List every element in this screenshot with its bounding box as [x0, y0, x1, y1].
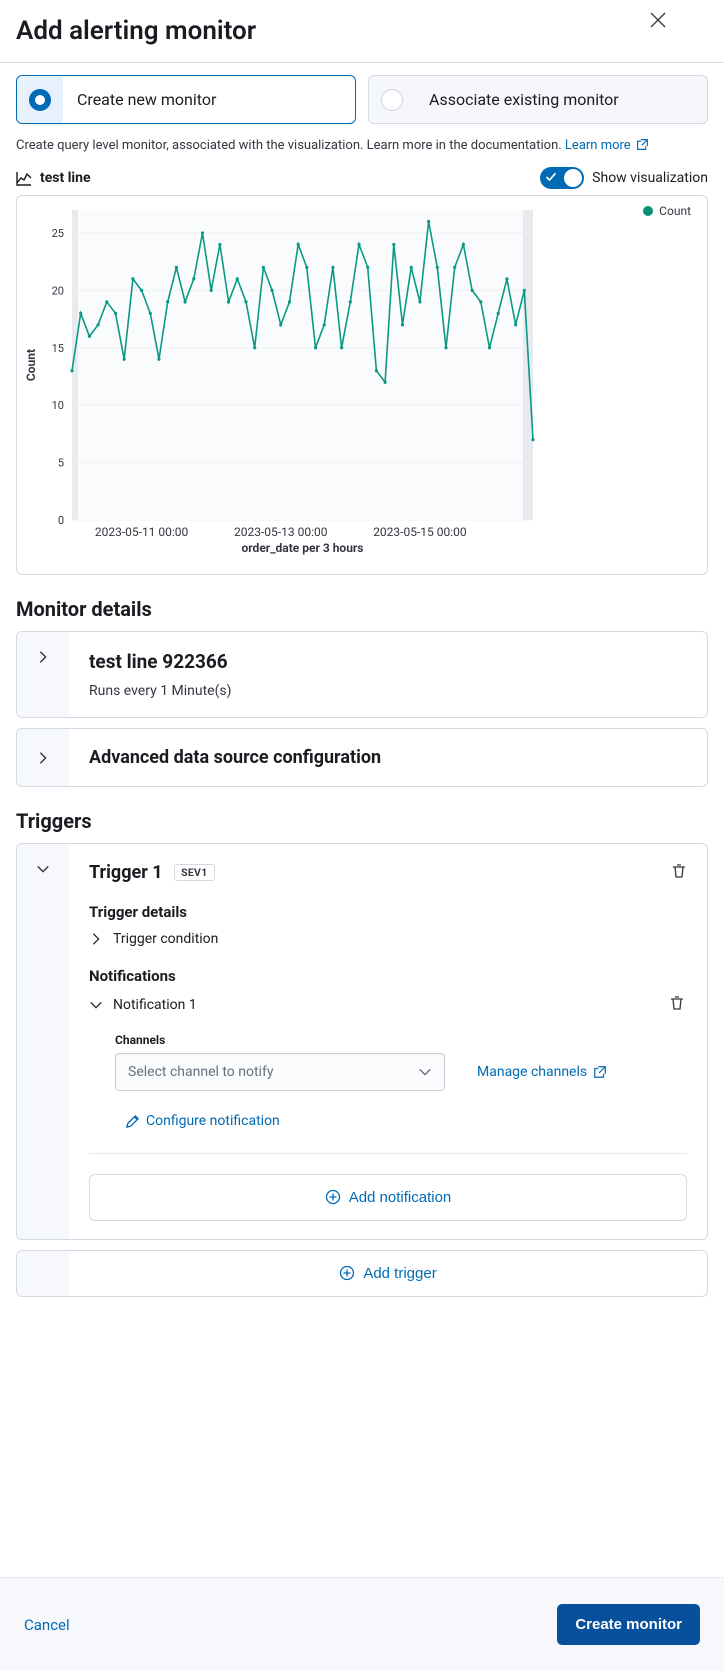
- toggle-label: Show visualization: [592, 170, 708, 186]
- monitor-details-panel[interactable]: test line 922366 Runs every 1 Minute(s): [16, 631, 708, 718]
- svg-text:10: 10: [52, 399, 64, 412]
- manage-channels-link[interactable]: Manage channels: [477, 1064, 607, 1080]
- severity-badge: SEV1: [174, 864, 214, 881]
- page-title: Add alerting monitor: [16, 16, 256, 46]
- svg-text:2023-05-13 00:00: 2023-05-13 00:00: [234, 525, 328, 539]
- chevron-down-icon: [89, 998, 103, 1012]
- add-trigger-button[interactable]: Add trigger: [69, 1251, 707, 1296]
- svg-text:5: 5: [58, 457, 64, 470]
- svg-text:2023-05-15 00:00: 2023-05-15 00:00: [373, 525, 467, 539]
- chevron-right-icon: [36, 751, 50, 765]
- trigger-details-heading: Trigger details: [89, 903, 687, 921]
- advanced-config-panel[interactable]: Advanced data source configuration: [16, 728, 708, 787]
- monitor-name: test line 922366: [89, 650, 687, 673]
- plus-circle-icon: [339, 1265, 355, 1281]
- chevron-right-icon: [36, 650, 50, 664]
- trigger-panel: Trigger 1 SEV1 Trigger details Trigger c…: [16, 843, 708, 1240]
- radio-label: Create new monitor: [77, 90, 216, 109]
- description-text: Create query level monitor, associated w…: [16, 138, 708, 153]
- create-monitor-button[interactable]: Create monitor: [557, 1604, 700, 1645]
- svg-text:25: 25: [52, 227, 64, 240]
- radio-associate-monitor[interactable]: Associate existing monitor: [368, 75, 708, 124]
- plus-circle-icon: [325, 1189, 341, 1205]
- visualization-chart: Count 0 5 10 15 20 25 Count 2023-05-11 00:00 202…: [16, 195, 708, 575]
- close-icon[interactable]: [650, 12, 666, 28]
- notification-toggle-row[interactable]: Notification 1: [89, 997, 197, 1013]
- learn-more-link[interactable]: Learn more: [565, 138, 649, 153]
- advanced-config-title: Advanced data source configuration: [89, 747, 687, 768]
- add-notification-button[interactable]: Add notification: [89, 1174, 687, 1221]
- chevron-down-icon[interactable]: [36, 862, 50, 876]
- radio-create-monitor[interactable]: Create new monitor: [16, 75, 356, 124]
- chevron-right-icon: [89, 932, 103, 946]
- trigger-title: Trigger 1: [89, 862, 163, 883]
- svg-text:0: 0: [58, 514, 64, 527]
- chevron-down-icon: [418, 1065, 432, 1079]
- notifications-heading: Notifications: [89, 967, 687, 985]
- external-link-icon: [593, 1065, 607, 1079]
- show-visualization-toggle[interactable]: [540, 167, 584, 189]
- channels-select[interactable]: Select channel to notify: [115, 1053, 445, 1091]
- svg-text:20: 20: [52, 284, 64, 297]
- channels-label: Channels: [115, 1033, 687, 1047]
- svg-text:Count: Count: [24, 349, 38, 381]
- svg-text:2023-05-11 00:00: 2023-05-11 00:00: [95, 525, 189, 539]
- visualization-title: test line: [16, 170, 91, 186]
- chart-legend: Count: [643, 204, 691, 218]
- triggers-heading: Triggers: [16, 809, 708, 833]
- monitor-schedule: Runs every 1 Minute(s): [89, 683, 687, 699]
- radio-label: Associate existing monitor: [429, 90, 619, 109]
- line-chart-icon: [16, 170, 32, 186]
- trigger-condition-row[interactable]: Trigger condition: [89, 931, 687, 947]
- pencil-icon: [125, 1114, 140, 1129]
- cancel-button[interactable]: Cancel: [24, 1616, 70, 1634]
- delete-trigger-button[interactable]: [671, 863, 687, 883]
- delete-notification-button[interactable]: [669, 995, 685, 1015]
- svg-text:order_date per 3 hours: order_date per 3 hours: [242, 541, 364, 555]
- svg-text:15: 15: [52, 342, 64, 355]
- configure-notification-link[interactable]: Configure notification: [125, 1113, 280, 1129]
- add-trigger-panel[interactable]: Add trigger: [16, 1250, 708, 1297]
- monitor-details-heading: Monitor details: [16, 597, 708, 621]
